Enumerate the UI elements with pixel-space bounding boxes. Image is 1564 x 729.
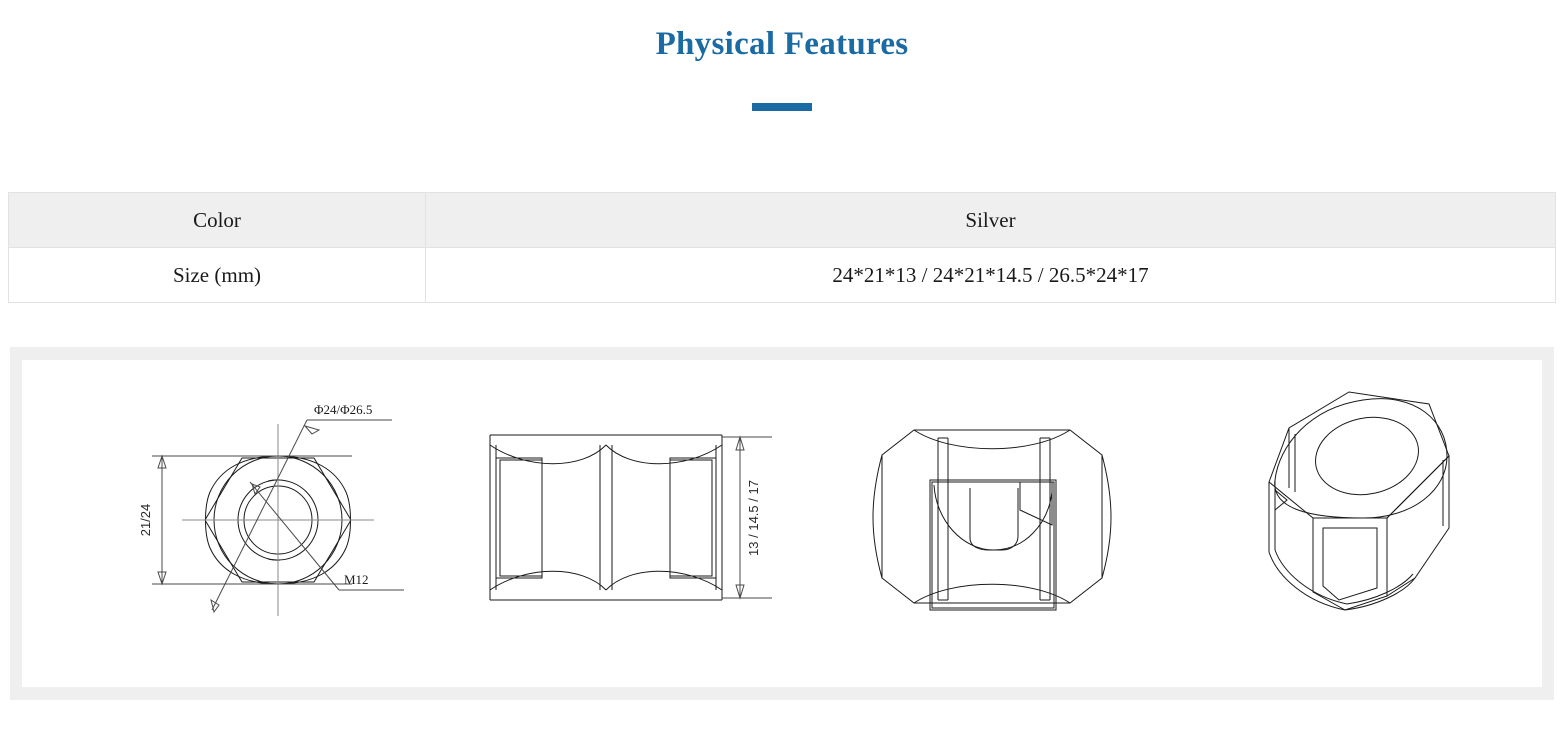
page-header: Physical Features	[0, 0, 1564, 112]
table-row: Size (mm) 24*21*13 / 24*21*14.5 / 26.5*2…	[8, 247, 1556, 303]
spec-label-color: Color	[8, 192, 426, 248]
figure-section-view	[852, 360, 1172, 660]
title-divider-rule	[752, 103, 812, 112]
top-view-svg: 21/24 Φ24/Φ26.5 M12	[138, 402, 404, 616]
technical-drawing-panel: 21/24 Φ24/Φ26.5 M12 13 / 14.5 / 17	[10, 347, 1554, 700]
figure-front-view: 13 / 14.5 / 17	[472, 360, 802, 660]
dim-width-across-label: 21/24	[138, 504, 153, 537]
spec-value-size: 24*21*13 / 24*21*14.5 / 26.5*24*17	[425, 247, 1556, 303]
figure-isometric-view	[1217, 360, 1517, 660]
figure-top-view-hexagon: 21/24 Φ24/Φ26.5 M12	[92, 360, 432, 660]
spec-table-container: Color Silver Size (mm) 24*21*13 / 24*21*…	[0, 192, 1564, 303]
dim-outer-diameter-label: Φ24/Φ26.5	[314, 402, 372, 417]
dim-thread-label: M12	[344, 572, 369, 587]
technical-drawing-canvas: 21/24 Φ24/Φ26.5 M12 13 / 14.5 / 17	[22, 360, 1542, 687]
table-row: Color Silver	[8, 192, 1556, 248]
spec-value-color: Silver	[425, 192, 1556, 248]
front-view-svg: 13 / 14.5 / 17	[489, 434, 772, 601]
page-title: Physical Features	[655, 26, 909, 62]
dim-height-label: 13 / 14.5 / 17	[746, 480, 761, 556]
physical-features-table: Color Silver Size (mm) 24*21*13 / 24*21*…	[8, 192, 1556, 303]
isometric-view-svg	[1268, 391, 1450, 611]
spec-label-size: Size (mm)	[8, 247, 426, 303]
section-view-svg	[872, 429, 1112, 611]
